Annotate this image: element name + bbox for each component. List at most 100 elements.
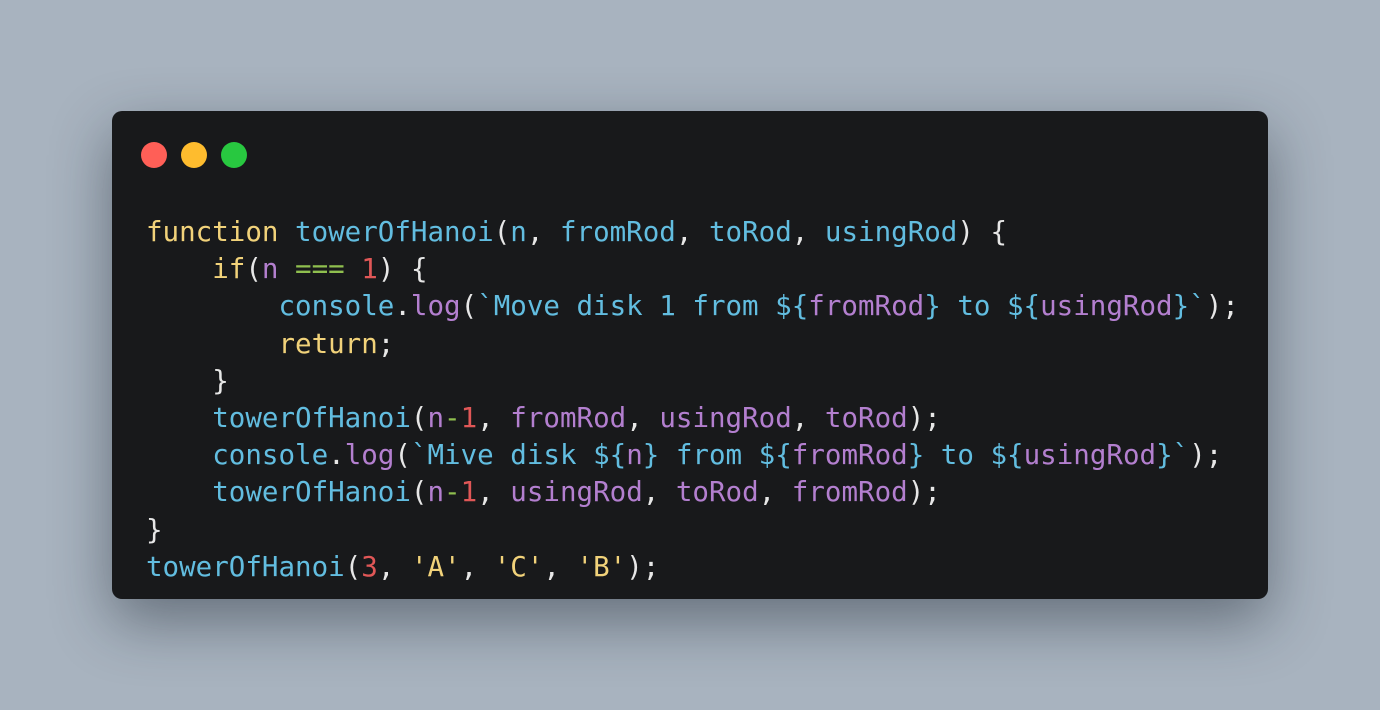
code-line: function towerOfHanoi(n, fromRod, toRod,… bbox=[146, 214, 1239, 251]
code-block: function towerOfHanoi(n, fromRod, toRod,… bbox=[146, 214, 1239, 586]
code-line: return; bbox=[146, 326, 1239, 363]
code-token: to bbox=[940, 290, 1007, 323]
code-token: ` bbox=[1172, 439, 1190, 472]
code-token: usingRod bbox=[824, 216, 958, 248]
code-token: , bbox=[477, 476, 511, 509]
code-token: toRod bbox=[824, 401, 908, 434]
code-token: log bbox=[344, 439, 395, 472]
code-token: } bbox=[146, 364, 229, 397]
code-token: , bbox=[477, 401, 511, 434]
code-token: n bbox=[261, 253, 279, 286]
code-token: towerOfHanoi bbox=[146, 550, 345, 583]
code-token: ${ bbox=[1007, 290, 1041, 323]
code-token: towerOfHanoi bbox=[212, 401, 411, 434]
code-token: 1 bbox=[460, 401, 478, 434]
code-token: ${ bbox=[775, 290, 809, 323]
code-token: toRod bbox=[708, 216, 792, 248]
code-line: towerOfHanoi(3, 'A', 'C', 'B'); bbox=[146, 549, 1239, 586]
code-token: ( bbox=[245, 253, 262, 286]
code-token: fromRod bbox=[510, 401, 627, 434]
code-token: n bbox=[427, 401, 445, 434]
code-line: console.log(`Mive disk ${n} from ${fromR… bbox=[146, 437, 1239, 474]
code-line: console.log(`Move disk 1 from ${fromRod}… bbox=[146, 288, 1238, 325]
code-token: fromRod bbox=[791, 476, 908, 509]
code-token: console bbox=[278, 290, 395, 323]
code-token: } bbox=[1156, 439, 1173, 472]
minimize-dot-icon[interactable] bbox=[181, 142, 207, 168]
code-token: usingRod bbox=[1023, 439, 1157, 472]
code-token: function bbox=[146, 216, 279, 248]
code-token: ( bbox=[460, 290, 478, 323]
code-token: `Move disk 1 from bbox=[477, 290, 776, 323]
code-token: n bbox=[626, 439, 643, 472]
code-token: toRod bbox=[675, 476, 759, 509]
code-token: n bbox=[427, 476, 445, 509]
code-token: ); bbox=[1189, 439, 1223, 472]
code-token: ` bbox=[1189, 290, 1206, 323]
code-token: usingRod bbox=[1040, 290, 1173, 323]
code-token: ( bbox=[344, 550, 362, 583]
code-token: , bbox=[626, 401, 660, 434]
code-line: towerOfHanoi(n-1, usingRod, toRod, fromR… bbox=[146, 474, 1239, 511]
code-token: usingRod bbox=[510, 476, 643, 509]
code-token: 3 bbox=[361, 550, 378, 583]
code-token: } bbox=[1172, 290, 1190, 323]
code-token: - bbox=[444, 401, 461, 434]
code-token: ); bbox=[907, 476, 941, 509]
code-token: fromRod bbox=[791, 439, 908, 472]
code-token: 'C' bbox=[493, 550, 544, 583]
code-token: } bbox=[642, 439, 660, 472]
code-token: towerOfHanoi bbox=[295, 216, 494, 248]
code-token: n bbox=[510, 216, 527, 248]
code-token: } bbox=[146, 513, 163, 546]
code-token: ${ bbox=[758, 439, 792, 472]
code-token: `Mive disk bbox=[410, 439, 594, 472]
code-token: , bbox=[642, 476, 676, 509]
code-token: . bbox=[394, 290, 411, 323]
code-token: ; bbox=[377, 327, 395, 360]
code-token: ) { bbox=[957, 216, 1008, 248]
code-line: if(n === 1) { bbox=[146, 251, 1239, 288]
code-token: } bbox=[924, 290, 941, 323]
code-token: . bbox=[328, 439, 345, 472]
code-token: if bbox=[212, 253, 246, 286]
code-token: ( bbox=[394, 439, 411, 472]
code-token: , bbox=[758, 476, 792, 509]
code-token: ) { bbox=[377, 253, 428, 286]
code-token: 1 bbox=[460, 476, 478, 509]
code-token: } bbox=[907, 439, 925, 472]
code-token: , bbox=[460, 550, 494, 583]
close-dot-icon[interactable] bbox=[141, 142, 167, 168]
code-token: - bbox=[444, 476, 461, 509]
code-token: return bbox=[278, 327, 378, 360]
code-token: , bbox=[377, 550, 411, 583]
code-token: ); bbox=[907, 401, 941, 434]
code-token: 1 bbox=[361, 253, 378, 286]
code-token: , bbox=[791, 216, 825, 248]
window-controls bbox=[141, 142, 247, 168]
code-token: 'B' bbox=[576, 550, 627, 583]
code-token: , bbox=[543, 550, 577, 583]
code-window: function towerOfHanoi(n, fromRod, toRod,… bbox=[112, 111, 1268, 599]
code-token: to bbox=[924, 439, 991, 472]
code-token: , bbox=[675, 216, 709, 248]
code-line: } bbox=[146, 512, 1239, 549]
code-token: usingRod bbox=[659, 401, 792, 434]
code-token: ${ bbox=[593, 439, 627, 472]
code-token: , bbox=[526, 216, 560, 248]
code-token: from bbox=[659, 439, 759, 472]
code-token: ); bbox=[626, 550, 660, 583]
code-line: } bbox=[146, 363, 1239, 400]
code-token: ${ bbox=[990, 439, 1024, 472]
code-token: ( bbox=[410, 476, 428, 509]
code-token: ( bbox=[410, 401, 428, 434]
code-token: === bbox=[295, 253, 345, 286]
maximize-dot-icon[interactable] bbox=[221, 142, 247, 168]
